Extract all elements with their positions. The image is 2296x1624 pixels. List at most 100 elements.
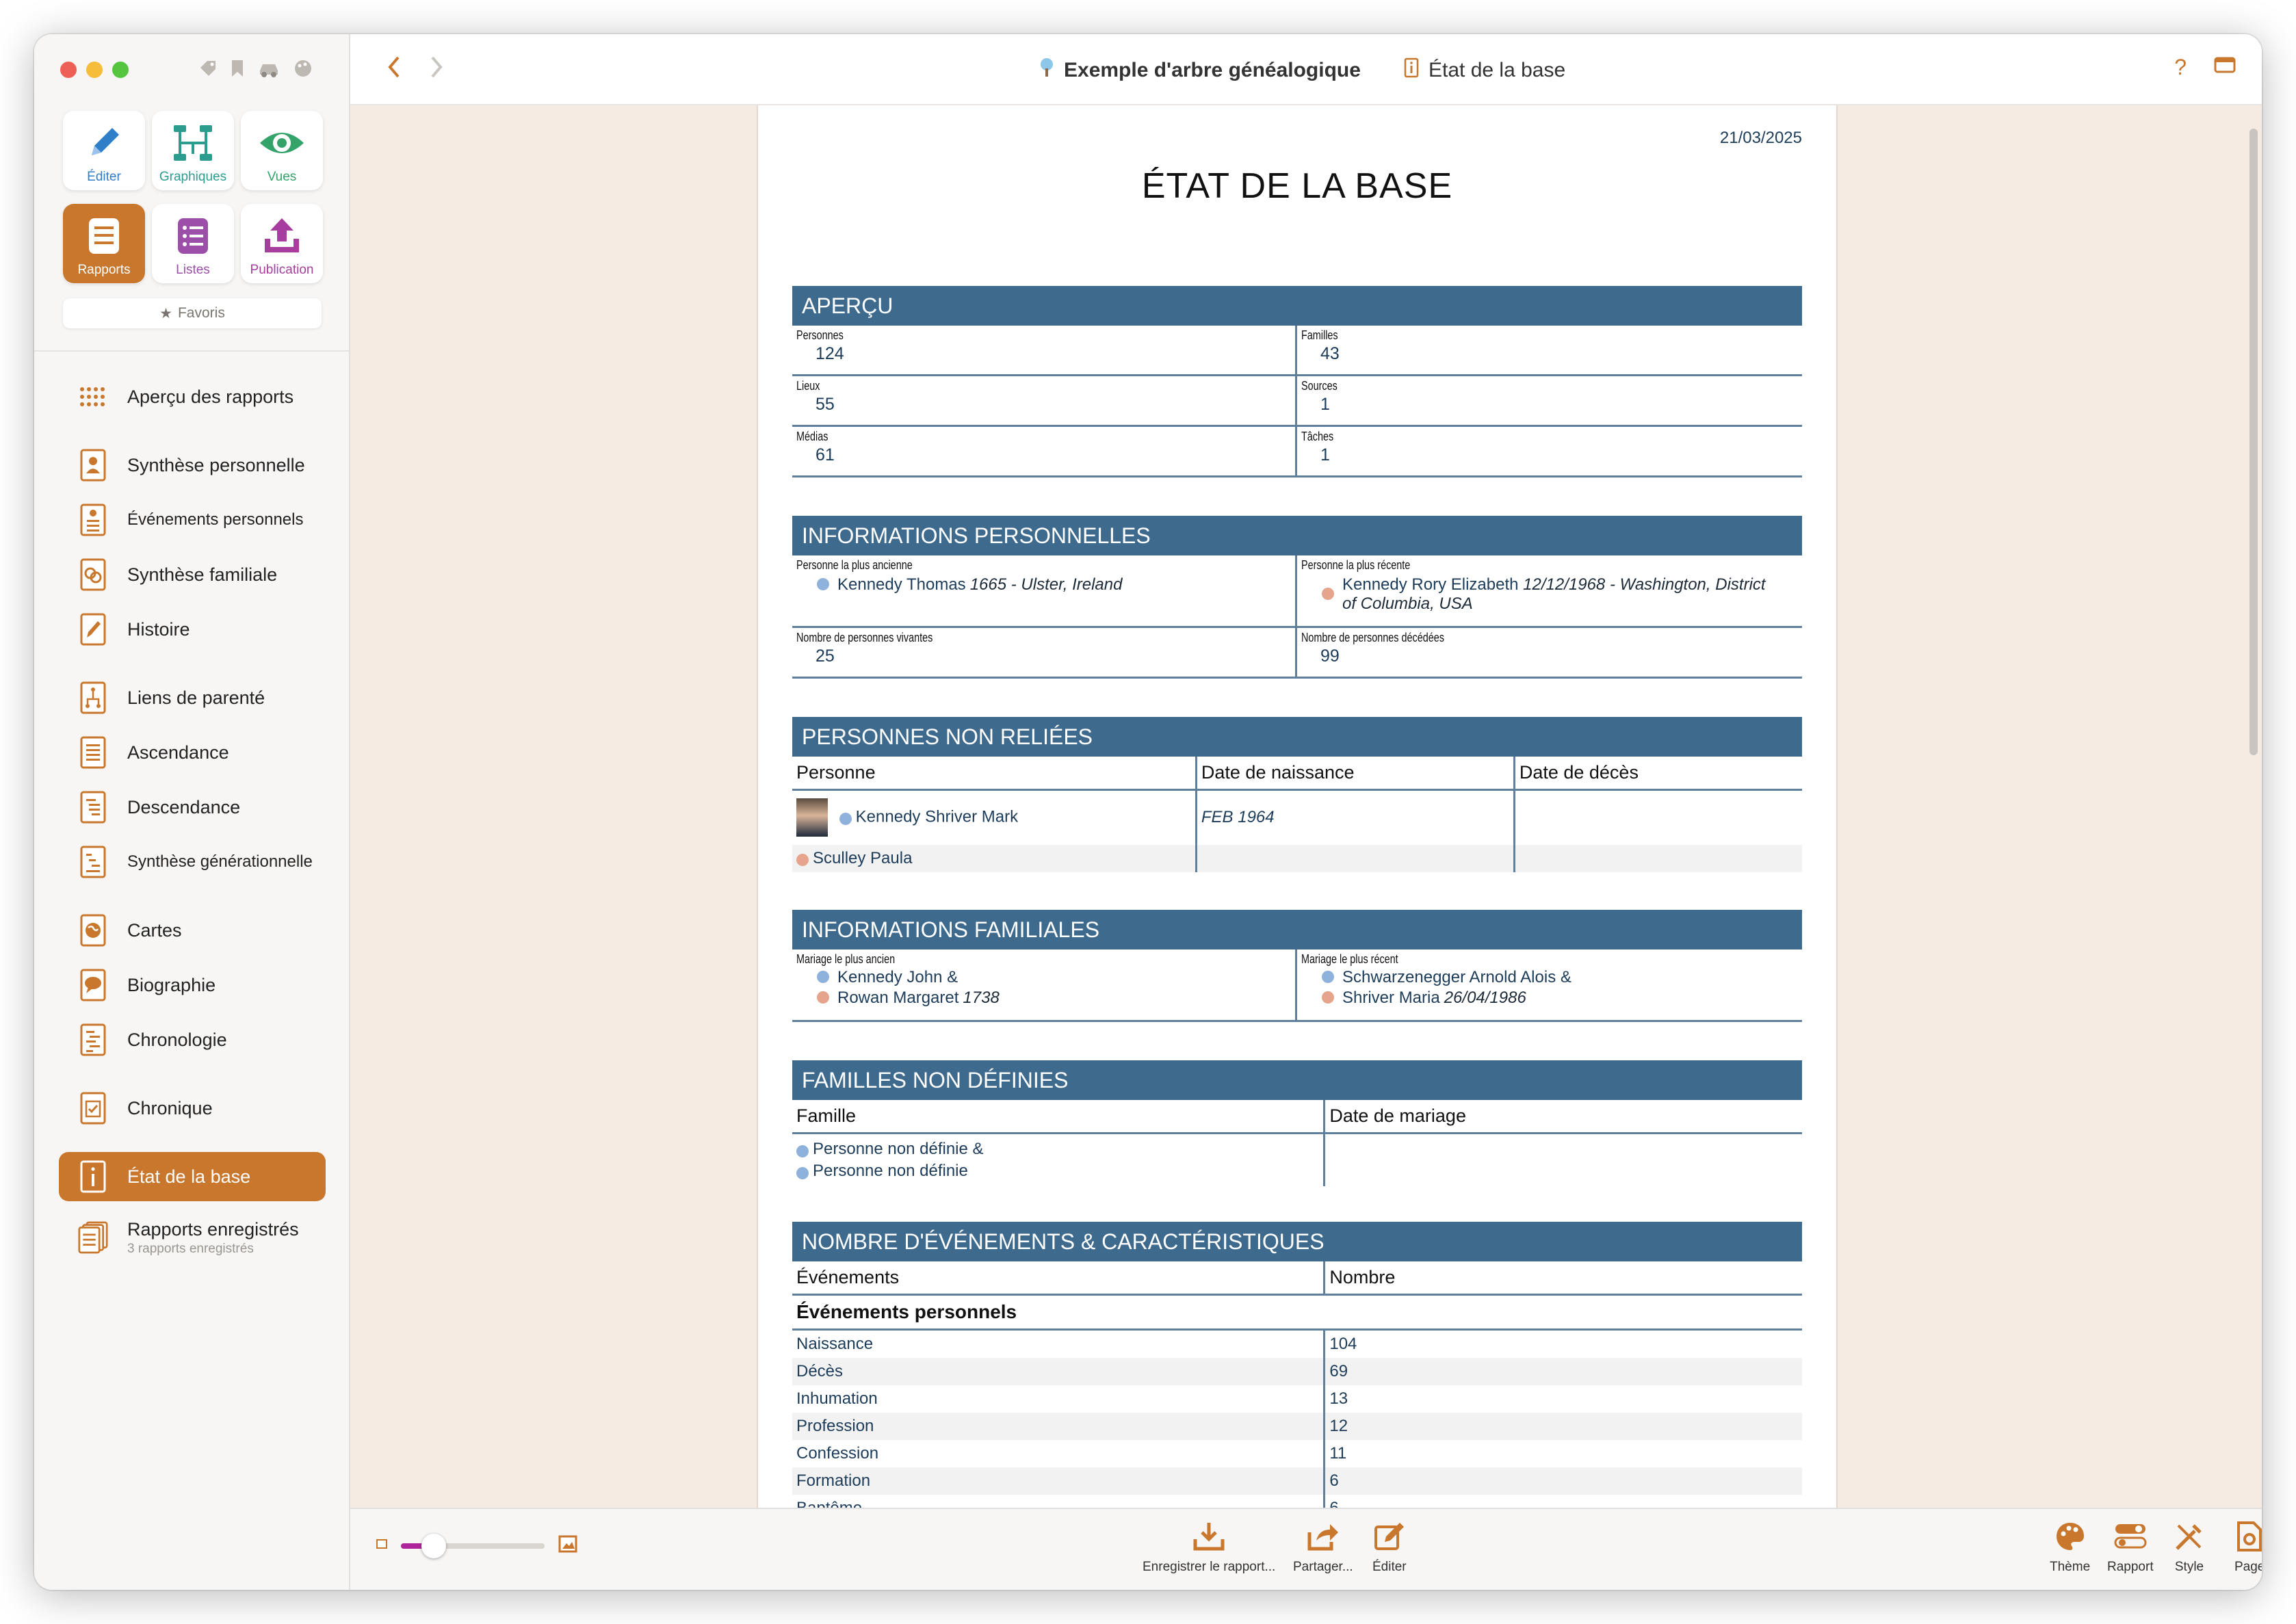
tile-editer[interactable]: Éditer	[63, 111, 145, 190]
sidebar-item-label: État de la base	[127, 1166, 251, 1187]
zoom-button[interactable]	[112, 62, 129, 78]
sidebar-divider	[34, 350, 349, 352]
event-name: Décès	[792, 1358, 1326, 1385]
sidebar: Éditer Graphiques Vues Rapports Listes P…	[34, 34, 350, 1590]
stat-label: Sources	[1301, 379, 1338, 393]
tile-listes[interactable]: Listes	[152, 204, 234, 283]
zoom-slider[interactable]	[401, 1533, 545, 1558]
male-dot-icon	[817, 578, 829, 590]
button-label: Éditer	[1372, 1560, 1407, 1574]
sidebar-item-etat-base[interactable]: État de la base	[59, 1152, 326, 1201]
sidebar-item-histoire[interactable]: Histoire	[59, 605, 326, 654]
vertical-scrollbar[interactable]	[2243, 105, 2262, 1508]
palette-small-icon[interactable]	[293, 59, 313, 83]
stat-label: Personnes	[796, 328, 844, 342]
back-arrow-icon[interactable]	[386, 55, 402, 86]
sidebar-item-chronique[interactable]: Chronique	[59, 1084, 326, 1133]
sidebar-item-liens-parente[interactable]: Liens de parenté	[59, 673, 326, 722]
person-link[interactable]: Kennedy Rory Elizabeth	[1342, 575, 1518, 594]
oldest-marriage-p2: Rowan Margaret 1738	[796, 988, 1291, 1008]
sidebar-toggle-icon[interactable]	[2214, 55, 2236, 80]
newest-person-text: Kennedy Rory Elizabeth 12/12/1968 - Wash…	[1342, 575, 1766, 614]
sidebar-item-synthese-familiale[interactable]: Synthèse familiale	[59, 550, 326, 599]
sidebar-item-cartes[interactable]: Cartes	[59, 906, 326, 955]
person-link[interactable]: Kennedy Thomas	[837, 575, 966, 594]
edit-button[interactable]: Éditer	[1372, 1517, 1407, 1575]
tile-publication[interactable]: Publication	[241, 204, 323, 283]
sidebar-item-synthese-personnelle[interactable]: Synthèse personnelle	[59, 441, 326, 490]
female-dot-icon	[817, 991, 829, 1004]
table-cell: Sculley Paula	[792, 844, 1197, 872]
zoom-slider-knob[interactable]	[421, 1533, 446, 1558]
tile-vues[interactable]: Vues	[241, 111, 323, 190]
event-count: 6	[1329, 1471, 1339, 1490]
page-gear-icon	[2236, 1517, 2262, 1556]
sidebar-item-rapports-enregistres[interactable]: Rapports enregistrés 3 rapports enregist…	[59, 1208, 326, 1267]
scrollbar-thumb[interactable]	[2249, 129, 2258, 755]
male-dot-icon	[796, 1166, 809, 1179]
tile-graphiques[interactable]: Graphiques	[152, 111, 234, 190]
theme-button[interactable]: Thème	[2050, 1517, 2090, 1575]
stat-value: 55	[816, 395, 835, 414]
car-icon[interactable]	[257, 59, 281, 83]
info-icon	[78, 1160, 108, 1194]
newest-marriage-label: Mariage le plus récent	[1301, 952, 1398, 966]
newest-marriage-p1: Schwarzenegger Arnold Alois &	[1301, 968, 1798, 987]
style-button[interactable]: Style	[2174, 1517, 2204, 1575]
favorites-button[interactable]: ★ Favoris	[63, 298, 322, 328]
navigation-arrows	[386, 55, 445, 86]
bookmark-icon[interactable]	[230, 59, 245, 83]
person-link[interactable]: Rowan Margaret	[837, 988, 958, 1008]
sidebar-item-apercu-rapports[interactable]: Aperçu des rapports	[59, 372, 326, 421]
table-row: Profession 12	[792, 1413, 1802, 1440]
sidebar-item-synthese-generationnelle[interactable]: Synthèse générationnelle	[59, 837, 326, 887]
family-grid: Mariage le plus ancien Kennedy John & Ro…	[792, 949, 1802, 1022]
button-label: Partager...	[1293, 1560, 1353, 1574]
zoom-in-image-icon[interactable]	[558, 1535, 577, 1556]
close-button[interactable]	[60, 62, 77, 78]
sidebar-item-chronologie[interactable]: Chronologie	[59, 1015, 326, 1064]
person-detail: 12/12/1968 - Washington, District	[1523, 575, 1766, 594]
sidebar-item-descendance[interactable]: Descendance	[59, 783, 326, 832]
person-link[interactable]: Kennedy Shriver Mark	[856, 808, 1018, 826]
stat-cell: Personnes 124	[792, 326, 1297, 376]
dead-cell: Nombre de personnes décédées 99	[1297, 628, 1802, 679]
page-setup-button[interactable]: Page	[2234, 1517, 2262, 1575]
forward-arrow-icon[interactable]	[428, 55, 445, 86]
person-photo[interactable]	[796, 798, 828, 837]
section-heading: NOMBRE D'ÉVÉNEMENTS & CARACTÉRISTIQUES	[792, 1222, 1802, 1261]
event-name: Confession	[792, 1440, 1326, 1467]
person-link[interactable]: Personne non définie	[813, 1162, 968, 1180]
report-settings-button[interactable]: Rapport	[2107, 1517, 2154, 1575]
sidebar-item-biographie[interactable]: Biographie	[59, 960, 326, 1010]
button-label: Rapport	[2107, 1560, 2154, 1574]
event-count: 69	[1329, 1362, 1348, 1380]
tag-icon[interactable]	[198, 59, 218, 83]
event-count: 104	[1329, 1335, 1357, 1353]
male-dot-icon	[1322, 971, 1334, 983]
save-report-button[interactable]: Enregistrer le rapport...	[1143, 1517, 1275, 1575]
person-link[interactable]: Schwarzenegger Arnold Alois &	[1342, 968, 1571, 987]
section-heading: APERÇU	[792, 286, 1802, 326]
sidebar-item-ascendance[interactable]: Ascendance	[59, 728, 326, 777]
family-report-icon	[78, 558, 108, 592]
zoom-out-image-icon[interactable]	[376, 1539, 387, 1552]
person-link[interactable]: Sculley Paula	[813, 849, 912, 867]
help-icon[interactable]: ?	[2174, 55, 2187, 80]
undefined-families-table: Famille Date de mariage Personne non déf…	[792, 1100, 1802, 1186]
report-title: ÉTAT DE LA BASE	[1141, 166, 1453, 206]
person-link[interactable]: Personne non définie &	[813, 1140, 984, 1158]
person-link[interactable]: Shriver Maria	[1342, 988, 1440, 1008]
minimize-button[interactable]	[86, 62, 103, 78]
oldest-marriage-label: Mariage le plus ancien	[796, 952, 896, 966]
table-row: Formation 6	[792, 1467, 1802, 1495]
person-link[interactable]: Kennedy John &	[837, 968, 958, 987]
table-cell	[1514, 790, 1802, 845]
sidebar-item-label: Rapports enregistrés	[127, 1218, 299, 1240]
share-button[interactable]: Partager...	[1293, 1517, 1353, 1575]
sidebar-item-evenements-personnels[interactable]: Événements personnels	[59, 495, 326, 545]
report-viewer[interactable]: 21/03/2025 ÉTAT DE LA BASE APERÇU Person…	[350, 105, 2262, 1508]
sidebar-item-label: Aperçu des rapports	[127, 386, 294, 407]
sidebar-item-label: Descendance	[127, 796, 241, 817]
tile-rapports[interactable]: Rapports	[63, 204, 145, 283]
